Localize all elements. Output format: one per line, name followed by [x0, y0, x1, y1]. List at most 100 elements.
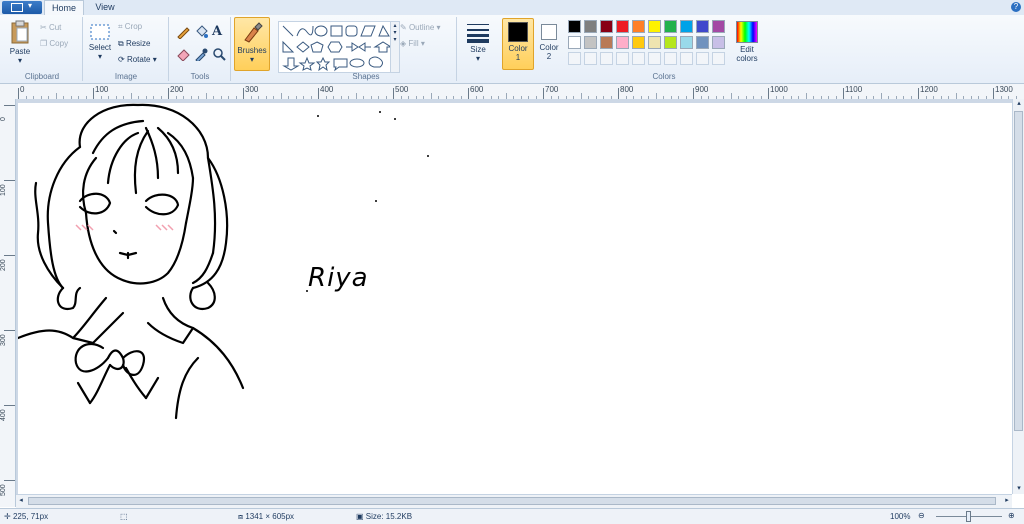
cut-button[interactable]: ✂ Cut	[40, 23, 61, 32]
eraser-icon	[177, 49, 190, 62]
eyedropper-icon	[195, 48, 208, 63]
fill-label: Fill	[408, 39, 419, 48]
zoom-slider-thumb[interactable]	[966, 511, 971, 522]
select-label: Select	[88, 43, 112, 52]
color2-label: Color	[539, 43, 559, 52]
palette-color[interactable]	[712, 36, 725, 49]
ruler-tick	[393, 88, 394, 99]
palette-color[interactable]	[680, 20, 693, 33]
palette-color[interactable]	[568, 20, 581, 33]
pencil-icon	[177, 27, 190, 40]
outline-button[interactable]: ✎ Outline ▾	[400, 23, 441, 32]
eraser-tool[interactable]	[176, 47, 190, 63]
zoom-out-button[interactable]: ⊖	[918, 511, 925, 520]
palette-empty-slot[interactable]	[648, 52, 661, 65]
app-menu-button[interactable]: ▾	[2, 1, 42, 14]
copy-button[interactable]: ❐ Copy	[40, 39, 68, 48]
drawing-canvas[interactable]: Riya	[16, 103, 1012, 494]
shapes-scroll[interactable]: ▴ ▾ ▾	[390, 21, 400, 73]
palette-color[interactable]	[616, 20, 629, 33]
palette-color[interactable]	[712, 20, 725, 33]
vertical-scroll-thumb[interactable]	[1014, 111, 1023, 431]
vertical-scrollbar[interactable]: ▴ ▾	[1012, 99, 1024, 494]
tools-group-label: Tools	[190, 72, 210, 81]
color1-button[interactable]: Color 1	[502, 18, 534, 70]
scroll-right-icon[interactable]: ▸	[1002, 495, 1012, 507]
ruler-tick	[768, 88, 769, 99]
palette-color[interactable]	[616, 36, 629, 49]
fill-button[interactable]: ◈ Fill ▾	[400, 39, 425, 48]
palette-color[interactable]	[632, 20, 645, 33]
edit-colors-button[interactable]: Edit colors	[732, 19, 762, 63]
palette-color[interactable]	[600, 20, 613, 33]
size-button[interactable]: Size ▾	[462, 21, 494, 63]
palette-color[interactable]	[664, 20, 677, 33]
palette-color[interactable]	[568, 36, 581, 49]
palette-color[interactable]	[664, 36, 677, 49]
rotate-button[interactable]: ⟳ Rotate ▾	[118, 55, 157, 64]
color2-button[interactable]: Color 2	[535, 18, 563, 68]
crop-button[interactable]: ⌗ Crop	[118, 22, 142, 32]
palette-color[interactable]	[632, 36, 645, 49]
rotate-label: Rotate	[126, 55, 151, 64]
palette-empty-slot[interactable]	[568, 52, 581, 65]
chevron-down-icon: ▾	[475, 54, 480, 63]
palette-empty-slot[interactable]	[584, 52, 597, 65]
palette-empty-slot[interactable]	[616, 52, 629, 65]
chevron-down-icon: ▾	[97, 52, 102, 61]
cut-label: Cut	[48, 23, 62, 32]
magnifier-tool[interactable]	[212, 47, 226, 63]
palette-color[interactable]	[600, 36, 613, 49]
palette-color[interactable]	[648, 20, 661, 33]
ruler-label: 1000	[770, 85, 788, 94]
palette-empty-slot[interactable]	[696, 52, 709, 65]
tab-home[interactable]: Home	[44, 0, 84, 15]
pencil-tool[interactable]	[176, 25, 190, 41]
palette-empty-slot[interactable]	[632, 52, 645, 65]
ruler-tick	[18, 88, 19, 99]
colors-group-label: Colors	[652, 72, 676, 81]
tab-view[interactable]: View	[86, 0, 124, 15]
palette-color[interactable]	[696, 36, 709, 49]
palette-color[interactable]	[648, 36, 661, 49]
rotate-icon: ⟳	[118, 55, 125, 64]
ruler-label: 1200	[920, 85, 938, 94]
fill-bucket-icon	[196, 25, 208, 38]
canvas-area: Riya	[16, 99, 1012, 494]
fill-tool[interactable]	[194, 25, 208, 41]
paste-button[interactable]: Paste ▾	[6, 19, 34, 65]
zoom-in-button[interactable]: ⊕	[1008, 511, 1015, 520]
select-button[interactable]: Select ▾	[86, 23, 114, 61]
crosshair-icon: ✛	[4, 512, 11, 521]
line-size-icon	[467, 24, 489, 43]
copy-label: Copy	[49, 39, 69, 48]
text-tool[interactable]: A	[212, 24, 222, 39]
color1-swatch	[508, 22, 528, 42]
palette-empty-slot[interactable]	[680, 52, 693, 65]
select-icon	[90, 24, 110, 40]
palette-color[interactable]	[680, 36, 693, 49]
scroll-left-icon[interactable]: ◂	[16, 495, 26, 507]
color-picker-tool[interactable]	[194, 47, 208, 63]
ruler-corner	[0, 84, 16, 99]
palette-color[interactable]	[584, 36, 597, 49]
scroll-up-icon[interactable]: ▴	[1013, 99, 1024, 109]
resize-button[interactable]: ⧉ Resize	[118, 39, 150, 49]
palette-color[interactable]	[696, 20, 709, 33]
zoom-slider[interactable]	[936, 511, 1002, 522]
palette-color[interactable]	[584, 20, 597, 33]
ruler-tick	[4, 105, 15, 106]
palette-empty-slot[interactable]	[712, 52, 725, 65]
help-icon[interactable]: ?	[1011, 2, 1021, 12]
scroll-down-icon[interactable]: ▾	[1013, 484, 1024, 494]
horizontal-scrollbar[interactable]: ◂ ▸	[16, 494, 1012, 508]
ruler-tick	[4, 405, 15, 406]
horizontal-scroll-thumb[interactable]	[28, 497, 996, 505]
brushes-button[interactable]: Brushes ▾	[234, 17, 270, 71]
image-group: Select ▾ ⌗ Crop ⧉ Resize ⟳ Rotate ▾ Imag…	[84, 17, 169, 81]
ruler-tick	[4, 330, 15, 331]
size-label: Size	[470, 45, 486, 54]
shapes-gallery[interactable]	[278, 21, 393, 73]
palette-empty-slot[interactable]	[600, 52, 613, 65]
palette-empty-slot[interactable]	[664, 52, 677, 65]
